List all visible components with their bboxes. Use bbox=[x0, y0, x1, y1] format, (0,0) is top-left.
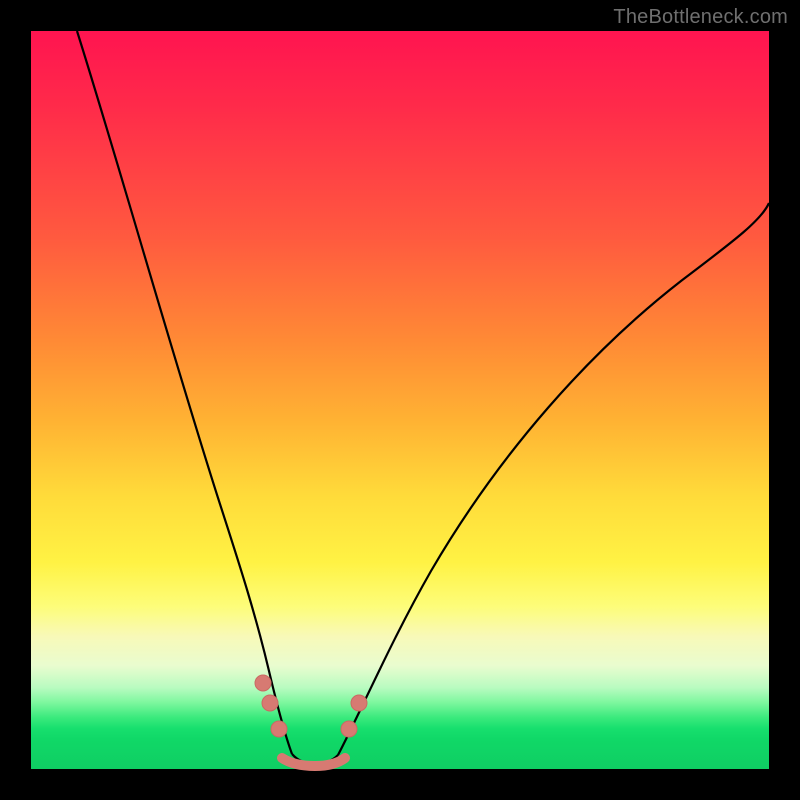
plot-area bbox=[31, 31, 769, 769]
curve-layer bbox=[31, 31, 769, 769]
curve-right bbox=[338, 203, 769, 755]
watermark-text: TheBottleneck.com bbox=[613, 6, 788, 29]
sample-dot bbox=[262, 695, 278, 711]
sample-dot bbox=[341, 721, 357, 737]
sample-dot bbox=[255, 675, 271, 691]
sample-dot bbox=[271, 721, 287, 737]
sample-dot bbox=[351, 695, 367, 711]
curve-left bbox=[77, 31, 292, 754]
trough-highlight bbox=[282, 758, 345, 766]
outer-frame: TheBottleneck.com bbox=[0, 0, 800, 800]
